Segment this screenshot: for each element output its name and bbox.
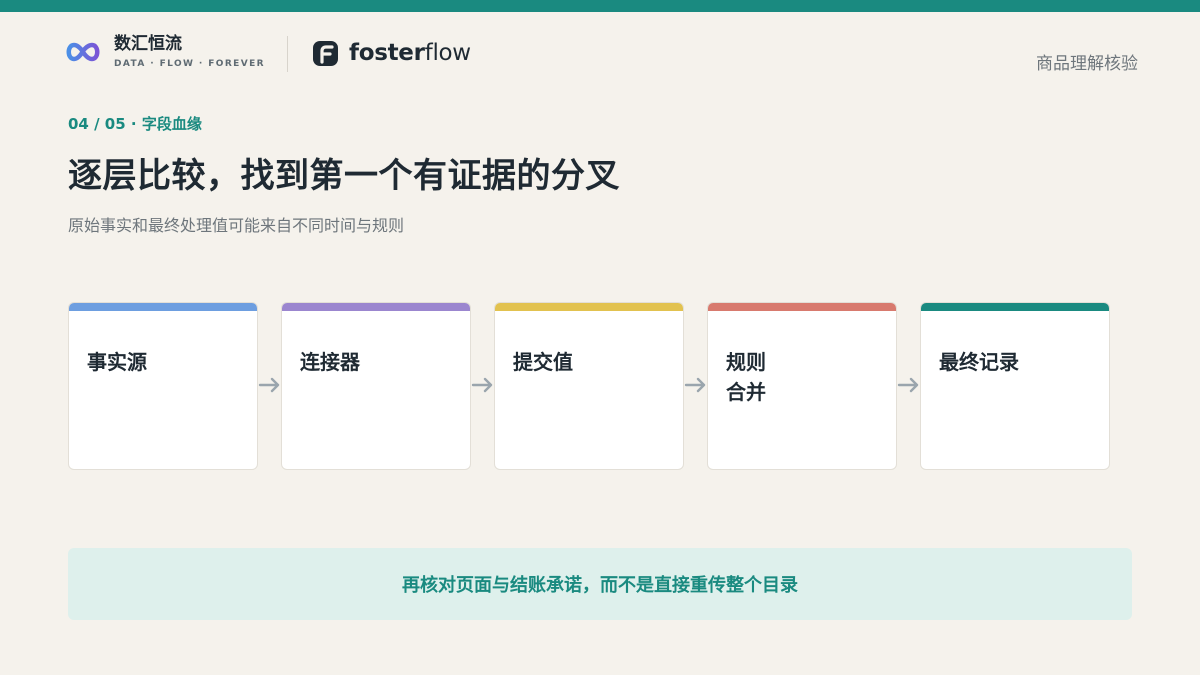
note-banner: 再核对页面与结账承诺，而不是直接重传整个目录 [68, 548, 1132, 620]
page-title: 逐层比较，找到第一个有证据的分叉 [68, 156, 620, 196]
partner-name-bold: foster [349, 40, 425, 66]
flow-step-color-bar [69, 303, 257, 311]
corner-label: 商品理解核验 [1036, 54, 1138, 74]
infinity-icon [66, 42, 100, 61]
brand-tagline: DATA · FLOW · FOREVER [114, 59, 265, 69]
top-accent-bar [0, 0, 1200, 12]
flow-step: 事实源 [68, 302, 258, 470]
partner-name-light: flow [424, 40, 471, 66]
brand-name: 数汇恒流 [114, 34, 182, 54]
arrow-right-icon [471, 377, 493, 393]
section-label: 04 / 05 · 字段血缘 [68, 115, 202, 133]
flow-step: 最终记录 [920, 302, 1110, 470]
brand-block: 数汇恒流 DATA · FLOW · FOREVER [64, 34, 265, 69]
arrow-right-icon [684, 377, 706, 393]
flow-step-color-bar [921, 303, 1109, 311]
partner-block: fosterflow [312, 40, 471, 67]
flow-step-color-bar [495, 303, 683, 311]
note-text: 再核对页面与结账承诺，而不是直接重传整个目录 [402, 575, 798, 596]
page-subtitle: 原始事实和最终处理值可能来自不同时间与规则 [68, 216, 405, 235]
flow-step-label: 规则 合并 [726, 350, 766, 404]
flow-step-label: 连接器 [300, 350, 360, 374]
flow-step: 规则 合并 [707, 302, 897, 470]
flow-step: 连接器 [281, 302, 471, 470]
partner-name: fosterflow [349, 40, 471, 67]
flow-step-color-bar [282, 303, 470, 311]
flow-step-label: 提交值 [513, 350, 573, 374]
arrow-right-icon [897, 377, 919, 393]
arrow-right-icon [258, 377, 280, 393]
f-mark-icon [313, 41, 338, 66]
brand-divider [287, 36, 288, 72]
flow-step: 提交值 [494, 302, 684, 470]
lineage-flow: 事实源 连接器 提交值 规则 合并 最终记录 [68, 302, 1112, 470]
flow-step-label: 事实源 [87, 350, 147, 374]
flow-step-label: 最终记录 [939, 350, 1019, 374]
flow-step-color-bar [708, 303, 896, 311]
